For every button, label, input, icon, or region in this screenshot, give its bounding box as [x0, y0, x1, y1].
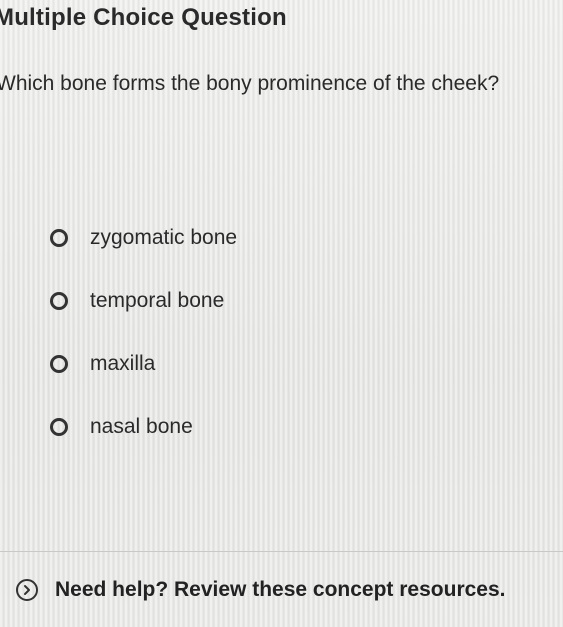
- answer-options: zygomatic bone temporal bone maxilla nas…: [50, 222, 450, 474]
- divider: [0, 551, 563, 552]
- option-label: nasal bone: [90, 415, 193, 438]
- radio-button[interactable]: [50, 418, 68, 436]
- radio-button[interactable]: [50, 355, 68, 373]
- option-nasal-bone[interactable]: nasal bone: [50, 411, 450, 443]
- radio-button[interactable]: [50, 292, 68, 310]
- option-maxilla[interactable]: maxilla: [50, 348, 450, 380]
- option-zygomatic-bone[interactable]: zygomatic bone: [50, 222, 450, 254]
- question-text: Which bone forms the bony prominence of …: [0, 72, 500, 95]
- chevron-right-circle-icon[interactable]: [16, 579, 38, 601]
- question-page: Multiple Choice Question Which bone form…: [0, 0, 563, 627]
- option-label: temporal bone: [90, 289, 225, 312]
- option-temporal-bone[interactable]: temporal bone: [50, 285, 450, 317]
- page-title: Multiple Choice Question: [0, 4, 287, 31]
- option-label: zygomatic bone: [90, 226, 238, 249]
- radio-button[interactable]: [50, 229, 68, 247]
- help-resources-link[interactable]: Need help? Review these concept resource…: [16, 578, 506, 602]
- help-text[interactable]: Need help? Review these concept resource…: [55, 578, 506, 602]
- option-label: maxilla: [90, 352, 156, 375]
